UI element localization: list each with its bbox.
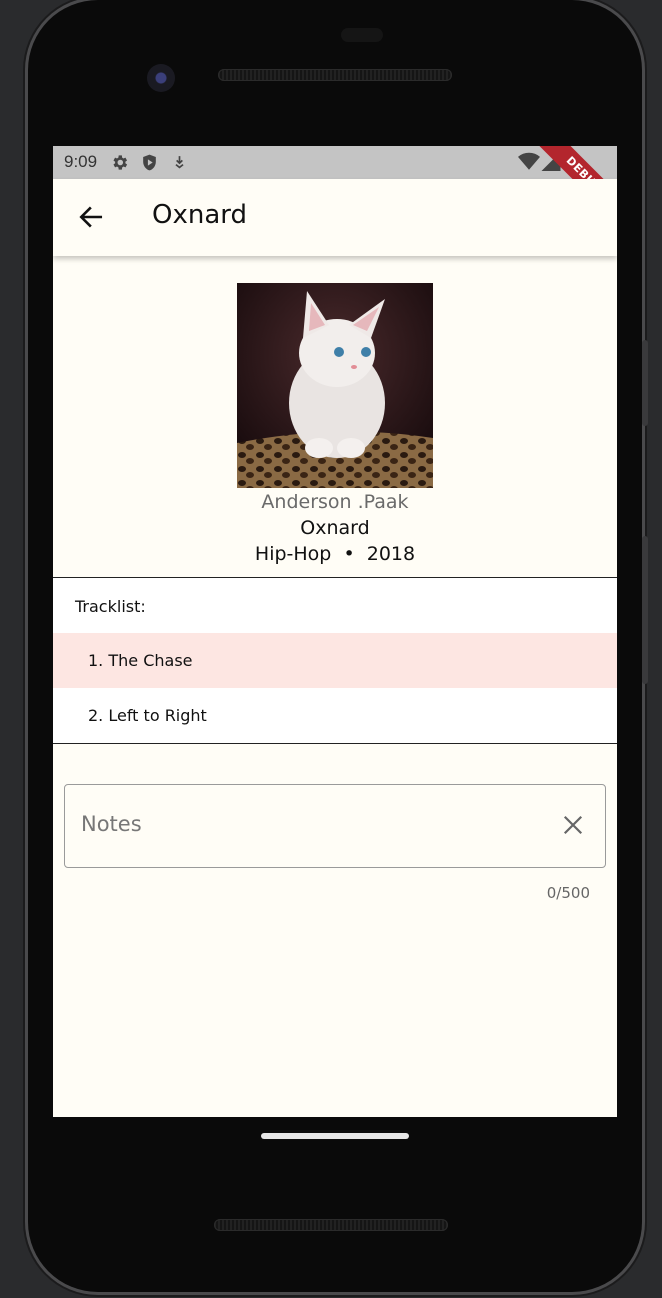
power-button (642, 340, 648, 426)
track-label: 2. Left to Right (88, 706, 207, 725)
shield-play-icon (140, 153, 159, 176)
back-button[interactable] (67, 193, 115, 241)
proximity-sensor (341, 28, 383, 42)
app-bar: Oxnard (53, 179, 617, 256)
character-counter: 0/500 (546, 884, 590, 902)
wifi-icon (518, 152, 540, 175)
front-camera (147, 64, 175, 92)
bottom-speaker (214, 1219, 448, 1231)
track-row[interactable]: 1. The Chase (53, 633, 617, 688)
artist-name: Anderson .Paak (261, 491, 409, 513)
album-title: Oxnard (300, 517, 370, 539)
notes-placeholder: Notes (81, 812, 142, 836)
settings-gear-icon (110, 153, 129, 176)
home-indicator[interactable] (261, 1133, 409, 1139)
tracklist: Tracklist: 1. The Chase 2. Left to Right (53, 577, 617, 744)
track-row[interactable]: 2. Left to Right (53, 688, 617, 743)
notes-input[interactable]: Notes (64, 784, 606, 868)
track-label: 1. The Chase (88, 651, 193, 670)
clear-notes-button[interactable] (553, 805, 593, 845)
volume-button (642, 536, 648, 684)
app-screen: 9:09 DEBUG Oxnard Anderson .Paak Oxnard … (53, 146, 617, 1117)
album-cover-image (237, 283, 433, 488)
arrow-back-icon (79, 206, 103, 228)
close-icon (563, 815, 583, 835)
download-arrow-icon (171, 153, 188, 176)
status-time: 9:09 (64, 152, 98, 171)
status-bar: 9:09 DEBUG (53, 146, 617, 229)
earpiece-speaker (218, 69, 452, 81)
tracklist-header: Tracklist: (75, 597, 146, 616)
genre-year: Hip-Hop • 2018 (254, 543, 416, 565)
page-title: Oxnard (152, 200, 247, 230)
